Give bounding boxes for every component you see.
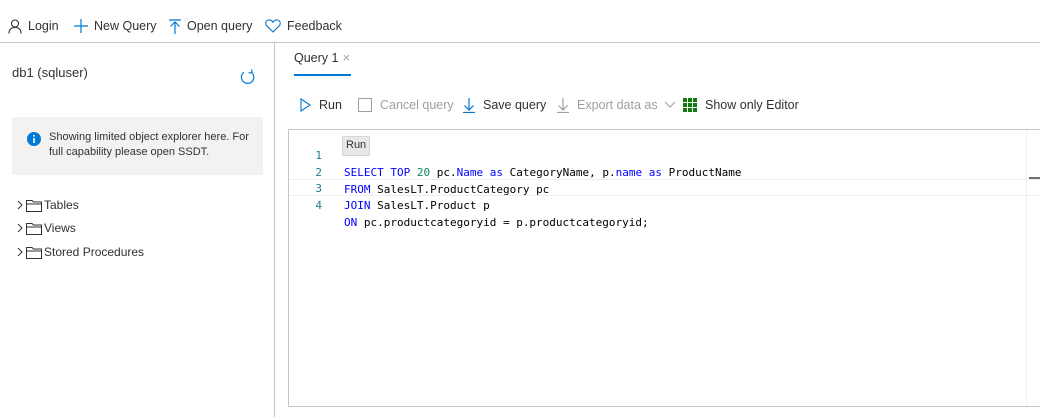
folder-icon [26, 222, 42, 235]
save-query-label: Save query [483, 98, 547, 112]
feedback-label: Feedback [287, 19, 342, 33]
export-data-label: Export data as [577, 98, 658, 112]
chevron-right-icon [17, 200, 23, 210]
info-icon [27, 132, 41, 146]
feedback-button[interactable]: Feedback [265, 14, 342, 38]
code-line: 1 SELECT TOP 20 pc.Name as CategoryName,… [289, 130, 1040, 179]
run-label: Run [319, 98, 342, 112]
vertical-scrollbar[interactable] [1026, 130, 1040, 406]
run-tooltip: Run [342, 136, 371, 156]
chevron-down-icon [664, 101, 675, 108]
grid-icon [683, 98, 697, 112]
stop-icon [358, 98, 372, 112]
tree-item-label: Views [44, 221, 76, 235]
tree-item-stored-procedures[interactable]: Stored Procedures [16, 243, 144, 261]
database-title: db1 (sqluser) [12, 65, 88, 80]
code-line: 3 JOIN SalesLT.Product p [289, 163, 1040, 212]
run-button[interactable]: Run [300, 95, 342, 115]
code-text: JOIN SalesLT.Product p [344, 199, 490, 212]
show-only-editor-label: Show only Editor [705, 98, 799, 112]
folder-icon [26, 246, 42, 259]
download-icon [463, 97, 475, 113]
command-bar: Login New Query Open query Feedback [0, 0, 1040, 43]
tab-label: Query 1 [294, 51, 339, 65]
tree-item-label: Tables [44, 198, 79, 212]
code-text: ON pc.productcategoryid = p.productcateg… [344, 216, 649, 229]
close-icon[interactable]: × [342, 51, 350, 65]
info-text: Showing limited object explorer here. Fo… [49, 131, 249, 158]
cancel-query-label: Cancel query [380, 98, 454, 112]
refresh-icon [240, 69, 255, 84]
new-query-button[interactable]: New Query [74, 14, 157, 38]
open-query-label: Open query [187, 19, 253, 33]
person-icon [8, 18, 22, 34]
chevron-right-icon [17, 247, 23, 257]
login-button[interactable]: Login [8, 14, 59, 38]
line-number: 4 [315, 199, 322, 212]
tree-item-label: Stored Procedures [44, 245, 145, 259]
chevron-right-icon [17, 223, 23, 233]
play-icon [300, 98, 311, 112]
login-label: Login [28, 19, 59, 33]
tree-item-tables[interactable]: Tables [16, 196, 79, 214]
show-only-editor-button[interactable]: Show only Editor [683, 95, 799, 115]
query-editor[interactable]: 1 SELECT TOP 20 pc.Name as CategoryName,… [288, 129, 1040, 407]
export-data-button[interactable]: Export data as [557, 95, 676, 115]
plus-icon [74, 19, 88, 33]
download-icon [557, 97, 569, 113]
scrollbar-cursor-marker [1029, 177, 1040, 179]
code-line: 2 FROM SalesLT.ProductCategory pc [289, 147, 1040, 196]
active-tab-indicator [294, 74, 351, 76]
upload-icon [169, 18, 181, 34]
refresh-button[interactable] [239, 69, 256, 89]
open-query-button[interactable]: Open query [169, 14, 252, 38]
tab-query-1[interactable]: Query 1 × [294, 51, 350, 75]
code-line-current: 4 ON pc.productcategoryid = p.productcat… [289, 179, 1040, 229]
tree-item-views[interactable]: Views [16, 219, 76, 237]
object-explorer: db1 (sqluser) Showing limited object exp… [0, 43, 275, 417]
new-query-label: New Query [94, 19, 157, 33]
info-message: Showing limited object explorer here. Fo… [12, 117, 263, 175]
cancel-query-button[interactable]: Cancel query [358, 95, 454, 115]
folder-icon [26, 199, 42, 212]
save-query-button[interactable]: Save query [463, 95, 546, 115]
heart-icon [265, 19, 281, 33]
